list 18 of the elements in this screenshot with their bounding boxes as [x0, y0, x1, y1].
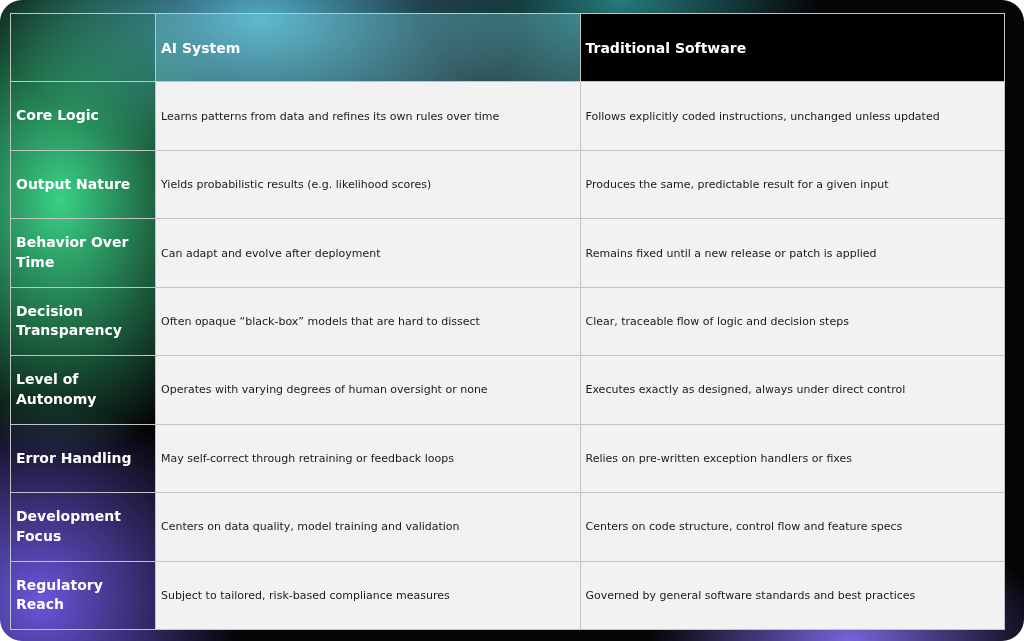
- table-cell: Follows explicitly coded instructions, unchanged unless updated: [580, 82, 1005, 151]
- table-cell: Centers on data quality, model training and validation: [156, 493, 581, 562]
- table-cell: Executes exactly as designed, always under direct control: [580, 356, 1005, 425]
- table-cell: May self-correct through retraining or feedback loops: [156, 424, 581, 494]
- column-header: AI System: [156, 14, 581, 83]
- table-cell: Clear, traceable flow of logic and decision steps: [580, 287, 1005, 357]
- table-cell: Can adapt and evolve after deployment: [156, 219, 581, 288]
- table-cell: Often opaque “black-box” models that are hard to dissect: [156, 287, 581, 357]
- table-cell: Operates with varying degrees of human oversight or none: [156, 356, 581, 425]
- table-cell: Produces the same, predictable result for a given input: [580, 150, 1005, 220]
- table-cell: Remains fixed until a new release or patch is applied: [580, 219, 1005, 288]
- table-cell: Governed by general software standards and best practices: [580, 561, 1005, 630]
- table-cell: Yields probabilistic results (e.g. likelihood scores): [156, 150, 581, 220]
- table-cell: Centers on code structure, control flow and feature specs: [580, 493, 1005, 562]
- column-header: Traditional Software: [580, 14, 1005, 83]
- table-cell: Relies on pre-written exception handlers or fixes: [580, 424, 1005, 494]
- table-cell: Learns patterns from data and refines its own rules over time: [156, 82, 581, 151]
- table-cell: Subject to tailored, risk-based compliance measures: [156, 561, 581, 630]
